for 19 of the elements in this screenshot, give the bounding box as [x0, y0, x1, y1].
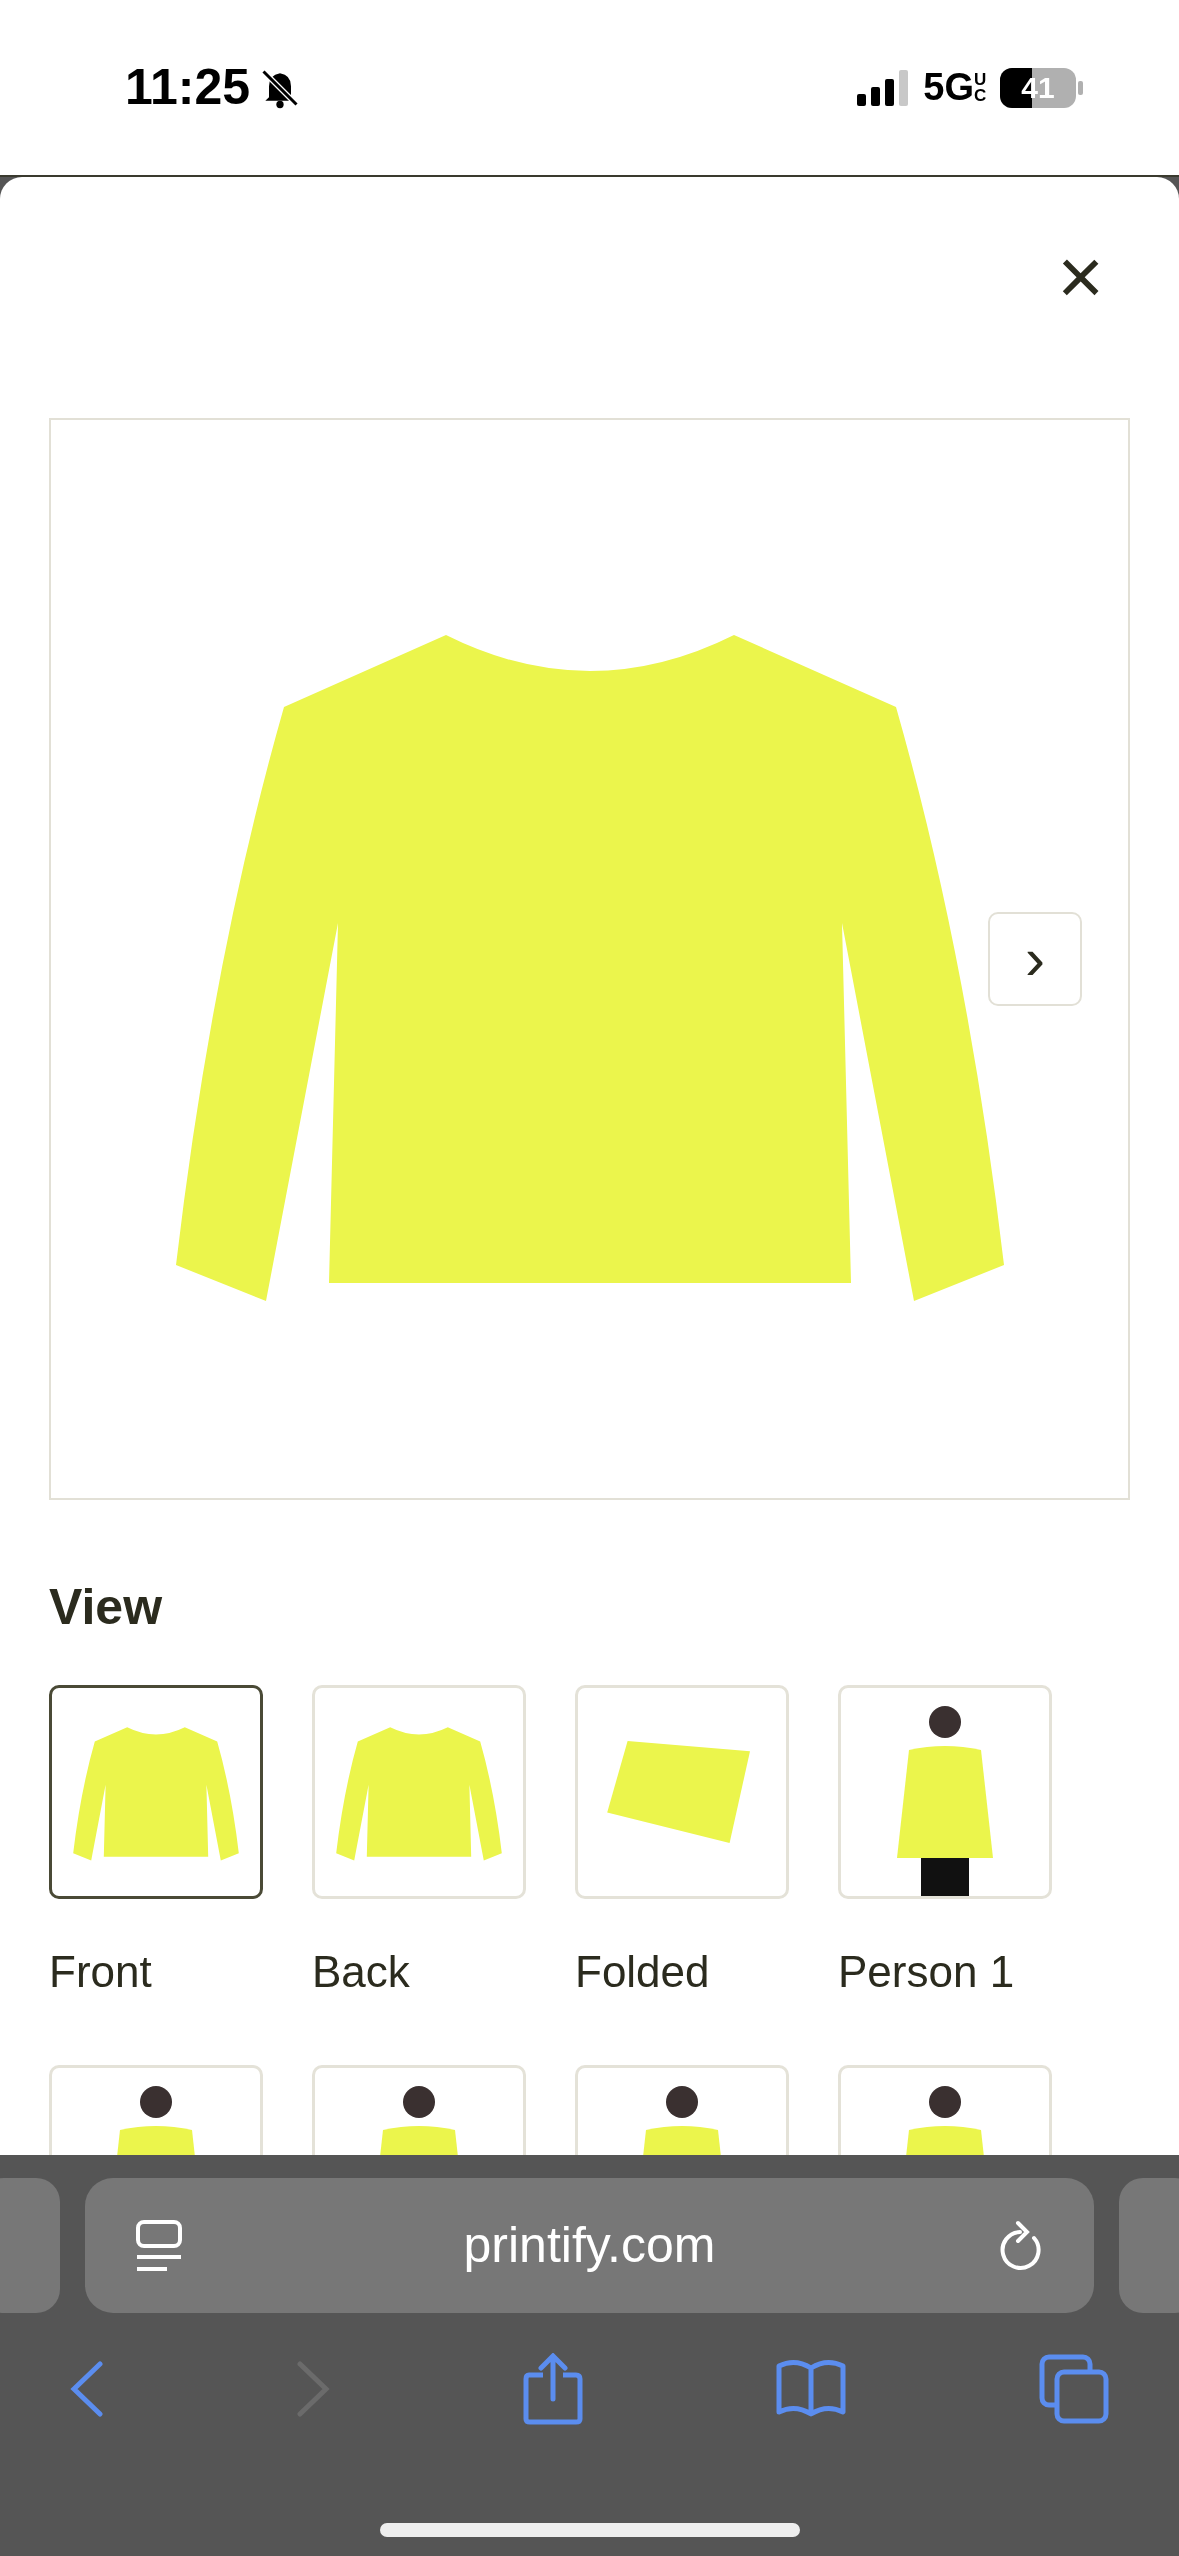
next-image-button[interactable]: ›	[988, 912, 1082, 1006]
thumbnail-label: Folded	[575, 1946, 711, 1998]
share-icon[interactable]	[522, 2353, 583, 2425]
close-button[interactable]: ×	[1057, 247, 1104, 307]
tab-preview[interactable]	[1119, 2178, 1179, 2313]
tab-preview[interactable]	[0, 2178, 60, 2313]
network-sub-label: UC	[974, 71, 988, 104]
status-time: 11:25	[125, 58, 251, 117]
tabs-icon[interactable]	[1039, 2354, 1109, 2424]
page-menu-icon[interactable]	[135, 2218, 183, 2273]
back-icon[interactable]	[70, 2361, 104, 2417]
url-text: printify.com	[463, 2216, 716, 2275]
section-title: View	[49, 1578, 164, 1637]
network-label: 5G	[923, 65, 974, 110]
address-bar[interactable]: printify.com	[85, 2178, 1094, 2313]
thumbnail-label: Back	[312, 1946, 411, 1998]
thumbnail-label: Person 1	[838, 1946, 1016, 1998]
thumbnail-label: Front	[49, 1946, 153, 1998]
thumbnail[interactable]	[49, 1685, 263, 1899]
